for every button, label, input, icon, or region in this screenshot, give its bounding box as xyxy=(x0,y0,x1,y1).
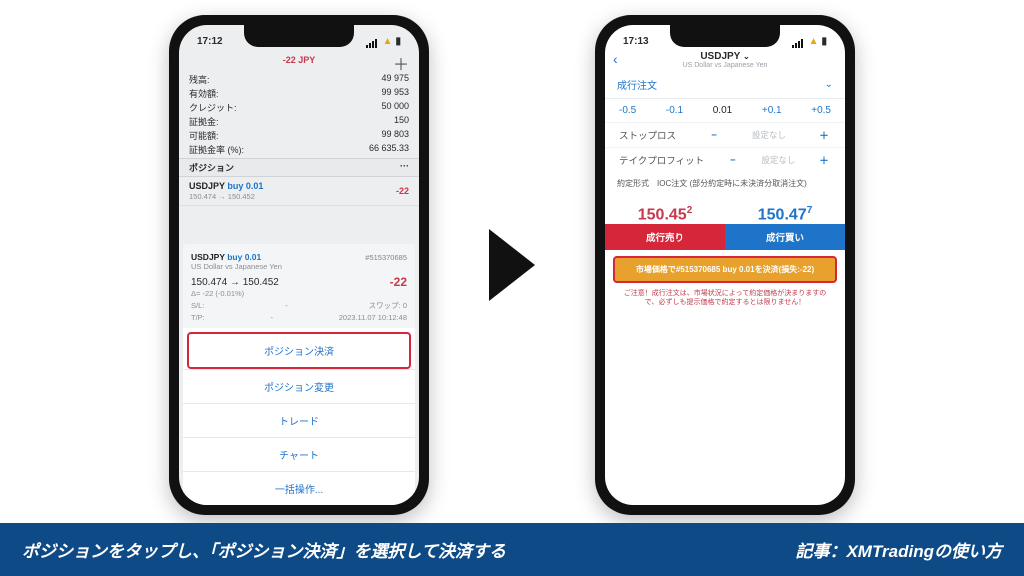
sl-plus[interactable]: ＋ xyxy=(817,128,831,142)
arrow-icon xyxy=(489,229,535,301)
battery-icon: ▮ xyxy=(395,36,401,47)
wifi-icon: ▲ xyxy=(809,36,819,47)
tp-minus[interactable]: − xyxy=(726,155,740,166)
position-pl: -22 xyxy=(396,186,409,196)
status-icons: ▲ ▮ xyxy=(792,36,827,47)
account-summary: 残高:49 975 有効額:99 953 クレジット:50 000 証拠金:15… xyxy=(179,71,419,158)
position-row[interactable]: USDJPY buy 0.01 150.474 → 150.452 -22 xyxy=(179,177,419,206)
step-minus-01[interactable]: -0.1 xyxy=(666,105,683,116)
sl-minus[interactable]: − xyxy=(707,130,721,141)
menu-chart[interactable]: チャート xyxy=(183,437,415,471)
menu-close-position[interactable]: ポジション決済 xyxy=(187,332,411,369)
warning-text: ご注意！成行注文は、市場状況によって約定価格が決まりますので、必ずしも提示価格で… xyxy=(605,283,845,313)
back-icon[interactable]: ‹ xyxy=(613,51,618,67)
phone-right: 17:13 ▲ ▮ ‹ USDJPY ⌄ US Dollar vs Japane… xyxy=(595,15,855,515)
status-bar: 17:13 ▲ ▮ xyxy=(605,25,845,49)
wifi-icon: ▲ xyxy=(383,36,393,47)
step-minus-05[interactable]: -0.5 xyxy=(619,105,636,116)
title-bar: -22 JPY ＋ xyxy=(179,49,419,71)
footer-caption: ポジションをタップし、「ポジション決済」を選択して決済する xyxy=(22,537,506,562)
price-panel: 150.452 150.477 xyxy=(605,199,845,224)
clock: 17:13 xyxy=(623,36,649,47)
clock: 17:12 xyxy=(197,36,223,47)
step-plus-05[interactable]: +0.5 xyxy=(811,105,831,116)
menu-bulk[interactable]: 一括操作... xyxy=(183,471,415,505)
take-profit-row: テイクプロフィット − 設定なし ＋ xyxy=(605,147,845,172)
tp-plus[interactable]: ＋ xyxy=(817,153,831,167)
chevron-down-icon[interactable]: ⌄ xyxy=(743,52,750,61)
step-plus-01[interactable]: +0.1 xyxy=(762,105,782,116)
buy-button[interactable]: 成行買い xyxy=(725,224,845,250)
position-card: USDJPY buy 0.01 #515370685 US Dollar vs … xyxy=(183,244,415,328)
pl-title: -22 JPY xyxy=(283,55,316,65)
quantity-value[interactable]: 0.01 xyxy=(713,105,732,116)
sell-button[interactable]: 成行売り xyxy=(605,224,725,250)
positions-header: ポジション ··· xyxy=(179,158,419,177)
signal-icon xyxy=(366,37,380,46)
menu-trade[interactable]: トレード xyxy=(183,403,415,437)
order-type-select[interactable]: 成行注文 ⌄ xyxy=(605,71,845,99)
chevron-down-icon: ⌄ xyxy=(825,79,833,90)
close-position-button[interactable]: 市場価格で#515370685 buy 0.01を決済(損失:-22) xyxy=(613,256,837,283)
status-icons: ▲ ▮ xyxy=(366,36,401,47)
context-menu: ポジション決済 ポジション変更 トレード チャート 一括操作... xyxy=(183,328,415,505)
exec-type: 約定形式 IOC注文 (部分約定時に未決済分取消注文) xyxy=(605,172,845,195)
stop-loss-row: ストップロス − 設定なし ＋ xyxy=(605,122,845,147)
ask-price: 150.477 xyxy=(725,205,845,224)
footer-article: 記事：XMTradingの使い方 xyxy=(795,537,1002,562)
status-bar: 17:12 ▲ ▮ xyxy=(179,25,419,49)
quantity-stepper: -0.5 -0.1 0.01 +0.1 +0.5 xyxy=(605,99,845,122)
footer-banner: ポジションをタップし、「ポジション決済」を選択して決済する 記事：XMTradi… xyxy=(0,523,1024,576)
bid-price: 150.452 xyxy=(605,205,725,224)
battery-icon: ▮ xyxy=(821,36,827,47)
phone-left: 17:12 ▲ ▮ -22 JPY ＋ 残高:49 975 有効額:99 953… xyxy=(169,15,429,515)
menu-modify-position[interactable]: ポジション変更 xyxy=(183,369,415,403)
title-bar: ‹ USDJPY ⌄ US Dollar vs Japanese Yen xyxy=(605,49,845,71)
add-icon[interactable]: ＋ xyxy=(393,51,409,75)
more-icon[interactable]: ··· xyxy=(400,161,409,174)
signal-icon xyxy=(792,37,806,46)
